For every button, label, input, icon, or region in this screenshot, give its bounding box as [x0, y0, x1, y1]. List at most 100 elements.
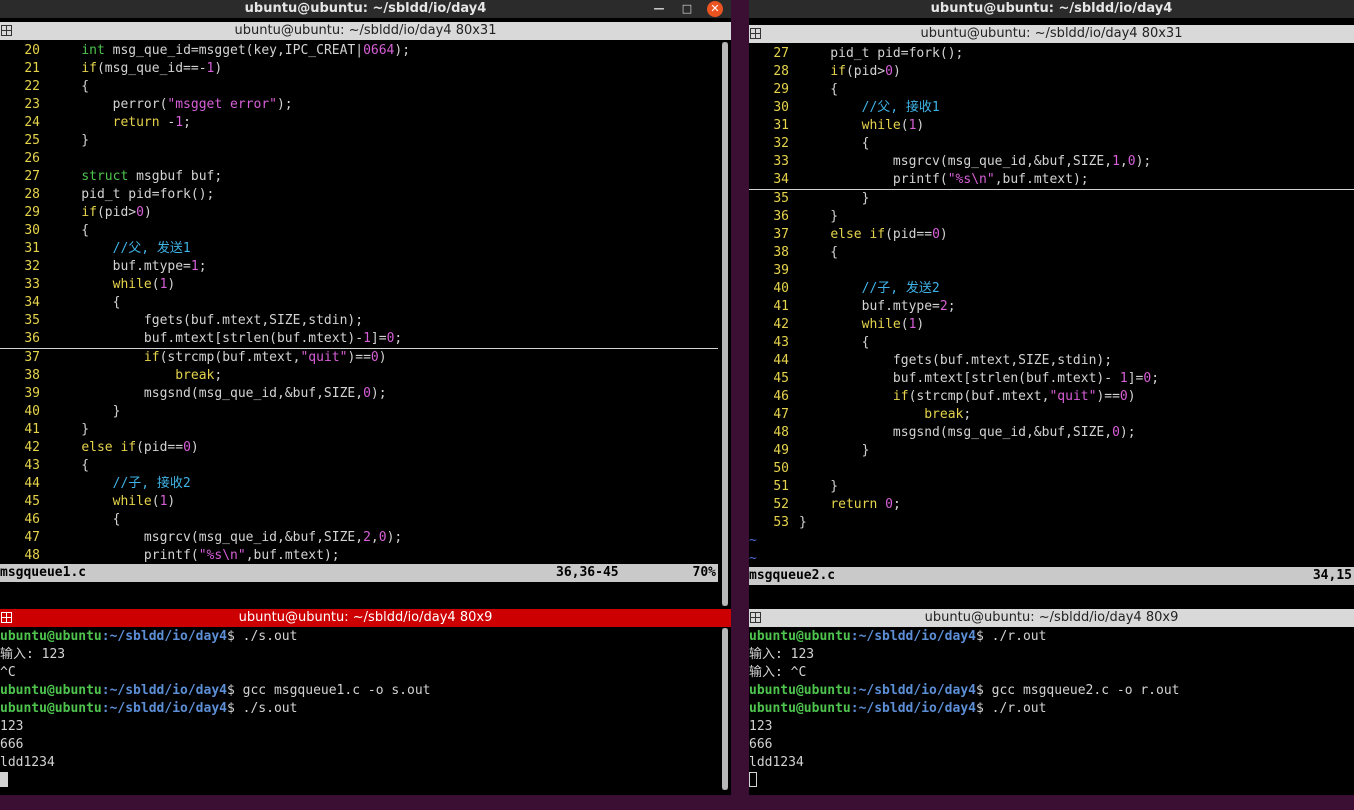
- code-line[interactable]: 32 buf.mtype=1;: [0, 258, 718, 276]
- code-line[interactable]: 36 buf.mtext[strlen(buf.mtext)-1]=0;: [0, 330, 718, 349]
- code-line[interactable]: 36 }: [749, 208, 1354, 226]
- code-line[interactable]: 38 {: [749, 244, 1354, 262]
- code-line[interactable]: 29 {: [749, 81, 1354, 99]
- code-line[interactable]: 23 perror("msgget error");: [0, 96, 718, 114]
- code-line[interactable]: 30 //父, 接收1: [749, 99, 1354, 117]
- close-icon[interactable]: ✕: [707, 1, 723, 17]
- code-line[interactable]: 42 while(1): [749, 316, 1354, 334]
- code-line[interactable]: 46 {: [0, 511, 718, 529]
- code-line[interactable]: 28 pid_t pid=fork();: [0, 186, 718, 204]
- code-text: {: [799, 136, 870, 151]
- code-text: return 0;: [830, 497, 901, 512]
- code-line[interactable]: 20 int msg_que_id=msgget(key,IPC_CREAT|0…: [0, 42, 718, 60]
- code-line[interactable]: 52 return 0;: [749, 496, 1354, 514]
- code-text: //子, 发送2: [861, 281, 940, 296]
- code-line[interactable]: 53}: [749, 514, 1354, 532]
- code-line[interactable]: 50: [749, 460, 1354, 478]
- code-line[interactable]: 49 }: [749, 442, 1354, 460]
- code-line[interactable]: 25 }: [0, 132, 718, 150]
- code-line[interactable]: 45 buf.mtext[strlen(buf.mtext)- 1]=0;: [749, 370, 1354, 388]
- scrollbar-thumb[interactable]: [722, 628, 728, 790]
- shell-line: 输入: 123: [0, 647, 66, 662]
- code-line[interactable]: 34 {: [0, 294, 718, 312]
- code-line[interactable]: 24 return -1;: [0, 114, 718, 132]
- line-number: 31: [24, 241, 40, 256]
- code-text: //父, 发送1: [112, 241, 191, 256]
- code-line[interactable]: 22 {: [0, 78, 718, 96]
- code-line[interactable]: 34 printf("%s\n",buf.mtext);: [749, 171, 1354, 190]
- code-line[interactable]: ~: [749, 532, 1354, 550]
- code-line[interactable]: 33 while(1): [0, 276, 718, 294]
- code-line[interactable]: 45 while(1): [0, 493, 718, 511]
- right-editor-pane-title[interactable]: ubuntu@ubuntu: ~/sbldd/io/day4 80x31: [749, 25, 1354, 43]
- code-text: }: [799, 191, 870, 206]
- right-terminal-window[interactable]: ubuntu@ubuntu: ~/sbldd/io/day4 ubuntu@ub…: [749, 0, 1354, 795]
- code-line[interactable]: 31 //父, 发送1: [0, 240, 718, 258]
- left-editor-pane-title[interactable]: ubuntu@ubuntu: ~/sbldd/io/day4 80x31: [0, 22, 731, 40]
- code-line[interactable]: 38 break;: [0, 367, 718, 385]
- code-line[interactable]: 47 msgrcv(msg_que_id,&buf,SIZE,2,0);: [0, 529, 718, 547]
- code-line[interactable]: 37 if(strcmp(buf.mtext,"quit")==0): [0, 349, 718, 367]
- left-terminal-window[interactable]: ubuntu@ubuntu: ~/sbldd/io/day4 — □ ✕ ubu…: [0, 0, 731, 795]
- right-window-titlebar[interactable]: ubuntu@ubuntu: ~/sbldd/io/day4: [749, 0, 1354, 18]
- code-line[interactable]: 35 }: [749, 190, 1354, 208]
- code-line[interactable]: 48 printf("%s\n",buf.mtext);: [0, 547, 718, 565]
- code-text: pid_t pid=fork();: [50, 187, 215, 202]
- left-shell-pane-title[interactable]: ubuntu@ubuntu: ~/sbldd/io/day4 80x9: [0, 609, 731, 627]
- code-line[interactable]: 41 buf.mtype=2;: [749, 298, 1354, 316]
- right-shell-pane-title[interactable]: ubuntu@ubuntu: ~/sbldd/io/day4 80x9: [749, 609, 1354, 627]
- line-number: 39: [773, 263, 789, 278]
- code-line[interactable]: 27 struct msgbuf buf;: [0, 168, 718, 186]
- code-line[interactable]: 40 //子, 发送2: [749, 280, 1354, 298]
- code-line[interactable]: 26: [0, 150, 718, 168]
- minimize-icon[interactable]: —: [651, 1, 667, 17]
- shell-cursor-line[interactable]: [0, 772, 718, 790]
- prompt-path: :~/sbldd/io/day4: [850, 701, 976, 716]
- code-line[interactable]: 43 {: [0, 457, 718, 475]
- shell-cursor-line[interactable]: [749, 772, 1354, 790]
- code-line[interactable]: 28 if(pid>0): [749, 63, 1354, 81]
- right-shell-output[interactable]: ubuntu@ubuntu:~/sbldd/io/day4$ ./r.out 输入…: [749, 628, 1354, 790]
- split-pane-icon[interactable]: [1, 25, 12, 36]
- code-line[interactable]: 40 }: [0, 403, 718, 421]
- prompt-user: ubuntu@ubuntu: [0, 701, 102, 716]
- line-number: 29: [24, 205, 40, 220]
- code-line[interactable]: 42 else if(pid==0): [0, 439, 718, 457]
- code-line[interactable]: 31 while(1): [749, 117, 1354, 135]
- code-line[interactable]: 47 break;: [749, 406, 1354, 424]
- left-window-titlebar[interactable]: ubuntu@ubuntu: ~/sbldd/io/day4 — □ ✕: [0, 0, 731, 18]
- code-line[interactable]: 21 if(msg_que_id==-1): [0, 60, 718, 78]
- shell-line: ldd1234: [749, 755, 804, 770]
- code-line[interactable]: 32 {: [749, 135, 1354, 153]
- maximize-icon[interactable]: □: [679, 1, 695, 17]
- line-number: 45: [773, 371, 789, 386]
- code-line[interactable]: ~: [749, 550, 1354, 568]
- left-shell-output[interactable]: ubuntu@ubuntu:~/sbldd/io/day4$ ./s.out 输入…: [0, 628, 718, 790]
- code-line[interactable]: 35 fgets(buf.mtext,SIZE,stdin);: [0, 312, 718, 330]
- code-line[interactable]: 33 msgrcv(msg_que_id,&buf,SIZE,1,0);: [749, 153, 1354, 171]
- left-code-view[interactable]: 20 int msg_que_id=msgget(key,IPC_CREAT|0…: [0, 42, 718, 564]
- shell-line: ubuntu@ubuntu:~/sbldd/io/day4$ ./s.out: [0, 628, 718, 646]
- code-line[interactable]: 41 }: [0, 421, 718, 439]
- right-code-view[interactable]: 27 pid_t pid=fork(); 28 if(pid>0) 29 {30 /…: [749, 45, 1354, 567]
- code-line[interactable]: 39 msgsnd(msg_que_id,&buf,SIZE,0);: [0, 385, 718, 403]
- code-line[interactable]: 44 fgets(buf.mtext,SIZE,stdin);: [749, 352, 1354, 370]
- code-line[interactable]: 39: [749, 262, 1354, 280]
- left-shell-scrollbar[interactable]: [722, 628, 728, 790]
- code-line[interactable]: 44 //子, 接收2: [0, 475, 718, 493]
- scrollbar-thumb[interactable]: [722, 42, 728, 606]
- code-text: int msg_que_id=msgget(key,IPC_CREAT|0664…: [81, 43, 411, 58]
- code-line[interactable]: 27 pid_t pid=fork();: [749, 45, 1354, 63]
- code-line[interactable]: 30 {: [0, 222, 718, 240]
- left-editor-scrollbar[interactable]: [722, 42, 728, 606]
- split-pane-icon[interactable]: [750, 28, 761, 39]
- split-pane-icon[interactable]: [750, 612, 761, 623]
- split-pane-icon[interactable]: [1, 612, 12, 623]
- code-text: if(strcmp(buf.mtext,"quit")==0): [143, 350, 387, 365]
- code-line[interactable]: 37 else if(pid==0): [749, 226, 1354, 244]
- code-line[interactable]: 48 msgsnd(msg_que_id,&buf,SIZE,0);: [749, 424, 1354, 442]
- code-line[interactable]: 43 {: [749, 334, 1354, 352]
- code-line[interactable]: 29 if(pid>0): [0, 204, 718, 222]
- code-line[interactable]: 51 }: [749, 478, 1354, 496]
- code-line[interactable]: 46 if(strcmp(buf.mtext,"quit")==0): [749, 388, 1354, 406]
